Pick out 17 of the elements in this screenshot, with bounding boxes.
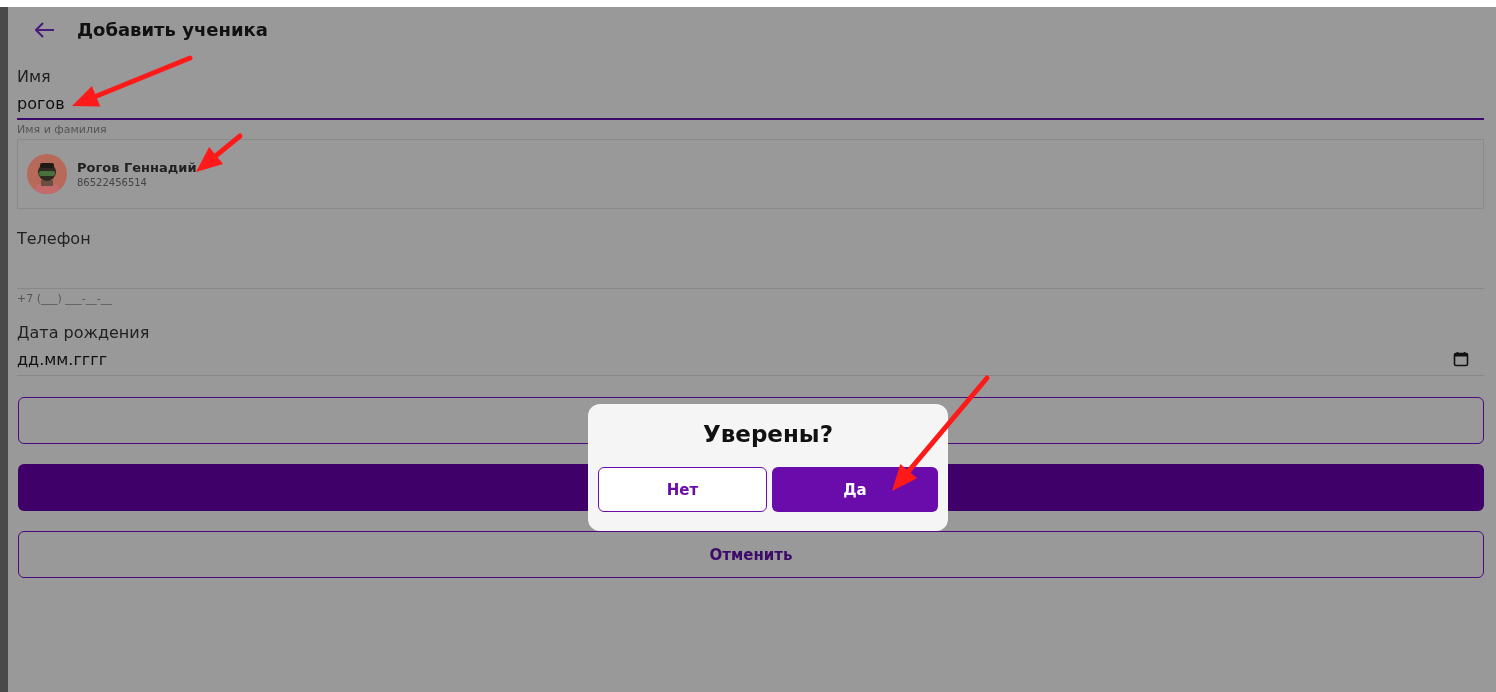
field-label: Имя — [17, 67, 52, 86]
cancel-button[interactable]: Нет — [598, 467, 767, 512]
helper-text: Имя и фамилия — [17, 123, 108, 136]
confirm-button[interactable]: Да — [772, 467, 938, 512]
page-title: Добавить ученика — [77, 19, 268, 40]
calendar-icon[interactable] — [1453, 351, 1469, 367]
name-input[interactable]: рогов — [17, 86, 1484, 120]
field-label: Дата рождения — [17, 323, 151, 342]
back-arrow-icon[interactable] — [35, 21, 55, 38]
dialog-title: Уверены? — [703, 421, 833, 447]
helper-text: +7 (___) ___-__-__ — [17, 292, 113, 305]
outline-button[interactable]: Отменить — [18, 531, 1484, 578]
suggestion-phone: 86522456514 — [77, 177, 148, 188]
annotation-arrow — [196, 133, 243, 172]
field-label: Телефон — [17, 229, 92, 248]
date-input[interactable]: дд.мм.гггг — [17, 342, 1484, 376]
suggestion-name[interactable]: Рогов Геннадий — [77, 160, 197, 175]
